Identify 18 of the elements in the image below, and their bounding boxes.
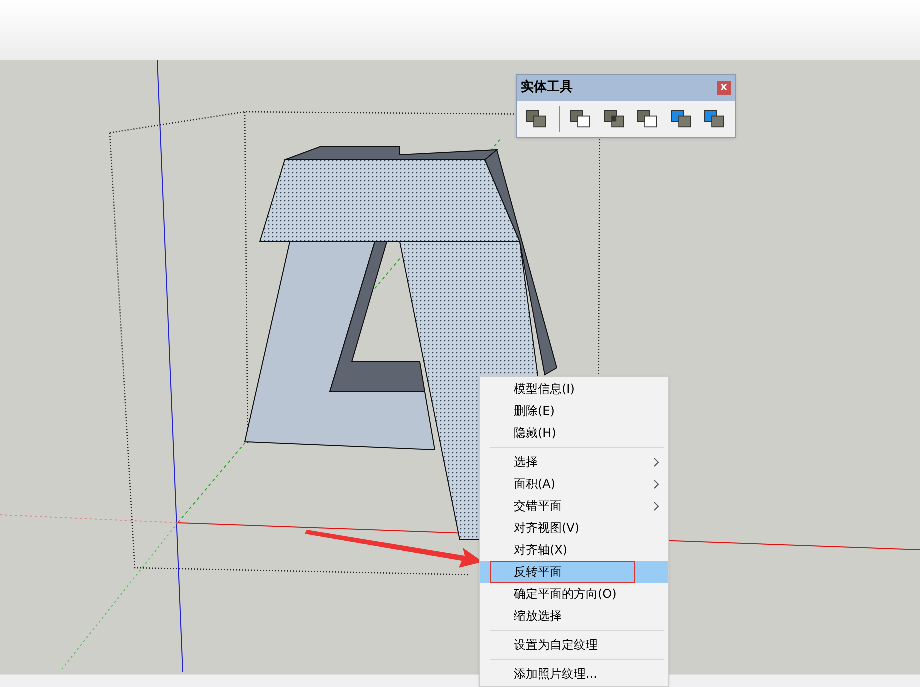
menu-item[interactable]: 添加照片纹理... (480, 663, 668, 685)
submenu-chevron-icon (654, 502, 659, 510)
menu-item[interactable]: 删除(E) (480, 400, 668, 422)
menu-item[interactable]: 模型信息(I) (480, 378, 668, 400)
submenu-chevron-icon (654, 480, 659, 488)
menu-item[interactable]: 选择 (480, 451, 668, 473)
menu-item[interactable]: 面积(A) (480, 473, 668, 495)
menu-item[interactable]: 设置为自定纹理 (480, 634, 668, 656)
menu-item[interactable]: 确定平面的方向(O) (480, 583, 668, 605)
menu-item[interactable]: 对齐轴(X) (480, 539, 668, 561)
menu-item[interactable]: 缩放选择 (480, 605, 668, 627)
menu-item[interactable]: 对齐视图(V) (480, 517, 668, 539)
panel-title: 实体工具 (521, 78, 573, 98)
menu-item[interactable]: 反转平面 (480, 561, 668, 583)
menu-item[interactable]: 交错平面 (480, 495, 668, 517)
close-button[interactable]: x (717, 81, 731, 95)
menu-item[interactable]: 隐藏(H) (480, 422, 668, 444)
submenu-chevron-icon (654, 458, 659, 466)
